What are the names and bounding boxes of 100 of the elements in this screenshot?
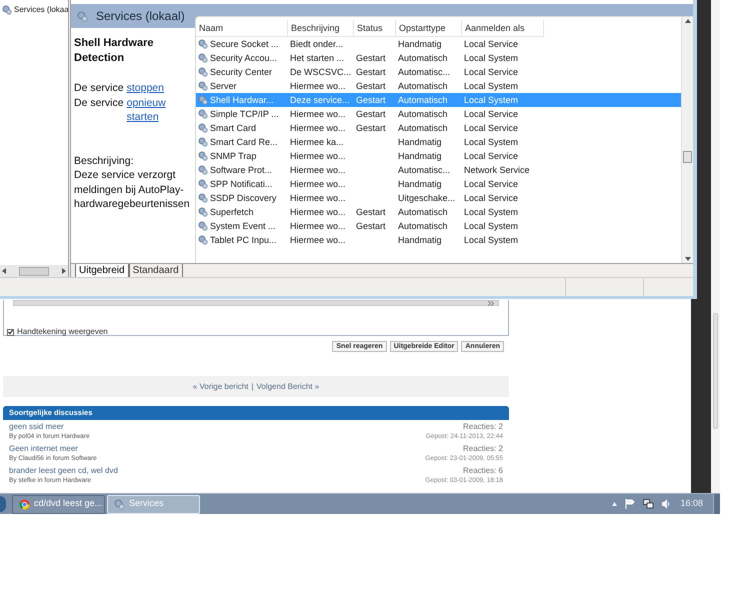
table-cell-text: Smart Card	[210, 122, 256, 135]
table-cell-text: Hiermee wo...	[290, 150, 346, 163]
scroll-thumb[interactable]	[19, 266, 49, 276]
table-cell-text: Handmatig	[398, 150, 442, 163]
checkbox-label: Handtekening weergeven	[17, 326, 108, 338]
column-header[interactable]: Naam	[196, 20, 288, 37]
service-row[interactable]: Software Prot... Hiermee wo... Automatisc... Network Service	[196, 163, 681, 177]
thread-link[interactable]: Geen internet meer	[9, 444, 97, 454]
table-cell-text: Local Service	[464, 66, 518, 79]
previous-post-link[interactable]: « Vorige bericht	[192, 380, 248, 392]
service-row[interactable]: SSDP Discovery Hiermee wo... Uitgeschake... Local Service	[196, 191, 681, 205]
table-cell-text: Automatisch	[398, 122, 448, 135]
table-cell-text: Local Service	[464, 178, 518, 191]
service-icon	[198, 123, 208, 133]
table-cell-text: Hiermee wo...	[290, 80, 346, 93]
service-row[interactable]: SPP Notificati... Hiermee wo... Handmatig Local Service	[196, 177, 681, 191]
view-tab[interactable]: Uitgebreid	[75, 264, 129, 277]
service-row[interactable]: Simple TCP/IP ... Hiermee wo... Gestart Automatisch Local Service	[196, 107, 681, 121]
table-cell-text: Automatisch	[398, 80, 448, 93]
thread-link[interactable]: brander leest geen cd, wel dvd	[9, 466, 118, 476]
table-cell-text: Local Service	[464, 150, 518, 163]
scroll-thumb[interactable]	[713, 313, 718, 429]
service-row[interactable]: Server Hiermee wo... Gestart Automatisch Local System	[196, 79, 681, 93]
table-cell-text: Automatisch	[398, 108, 448, 121]
column-header[interactable]: Opstarttype	[396, 20, 462, 37]
scroll-down-icon[interactable]	[684, 257, 690, 261]
description-text: Deze service verzorgt meldingen bij AutoPlay-hardwaregebeurtenissen	[74, 168, 191, 212]
table-cell-text: Local System	[464, 136, 518, 149]
horizontal-scrollbar[interactable]	[0, 265, 68, 277]
table-cell-text: Superfetch	[210, 206, 254, 219]
table-cell-text: Security Center	[210, 66, 272, 79]
resize-icon[interactable]	[488, 300, 494, 306]
table-cell-text: Automatisch	[398, 206, 448, 219]
start-button[interactable]	[0, 496, 6, 512]
next-post-link[interactable]: Volgend Bericht »	[256, 380, 320, 392]
page-scrollbar[interactable]	[711, 0, 720, 493]
message-field[interactable]	[13, 300, 499, 306]
flag-icon[interactable]	[625, 499, 636, 509]
view-tab[interactable]: Standaard	[128, 264, 183, 277]
table-cell-text: Local System	[464, 206, 518, 219]
table-cell-text: Handmatig	[398, 38, 442, 51]
services-icon	[2, 5, 12, 15]
header-title: Services (lokaal)	[96, 8, 185, 25]
service-row[interactable]: Secure Socket ... Biedt onder... Handmatig Local Service	[196, 37, 681, 51]
service-row[interactable]: Superfetch Hiermee wo... Gestart Automatisch Local System	[196, 205, 681, 219]
service-row[interactable]: System Event ... Hiermee wo... Gestart Automatisch Local System	[196, 219, 681, 233]
table-cell-text: Hiermee wo...	[290, 164, 346, 177]
table-cell-text: Smart Card Re...	[210, 136, 278, 149]
action-link[interactable]: opnieuw starten	[126, 96, 195, 124]
scroll-thumb[interactable]	[683, 151, 692, 163]
table-cell-text: Local Service	[464, 192, 518, 205]
signature-checkbox[interactable]	[7, 328, 14, 336]
scroll-right-icon[interactable]	[62, 268, 66, 274]
action-text: De service	[74, 81, 124, 96]
column-header[interactable]: Status	[354, 20, 396, 37]
table-cell-text: Handmatig	[398, 136, 442, 149]
service-row[interactable]: Tablet PC Inpu... Hiermee wo... Handmatig Local System	[196, 233, 681, 247]
column-header[interactable]: Aanmelden als	[462, 20, 544, 37]
service-row[interactable]: Security Center De WSCSVC... Gestart Automatisc... Local Service	[196, 65, 681, 79]
service-row[interactable]: Smart Card Hiermee wo... Gestart Automatisch Local Service	[196, 121, 681, 135]
table-cell-text: Tablet PC Inpu...	[210, 234, 277, 247]
table-cell-text: Hiermee wo...	[290, 192, 346, 205]
vertical-scrollbar[interactable]	[681, 17, 693, 263]
table-cell-text: Gestart	[356, 206, 386, 219]
reply-count: Reacties: 2	[462, 422, 503, 432]
table-cell-text: Network Service	[464, 164, 530, 177]
service-row[interactable]: Security Accou... Het starten ... Gestart Automatisch Local System	[196, 51, 681, 65]
scroll-up-icon[interactable]	[684, 19, 690, 23]
action-link[interactable]: stoppen	[126, 81, 164, 96]
show-desktop-button[interactable]	[713, 494, 720, 514]
service-icon	[198, 39, 208, 49]
table-cell-text: Local System	[464, 220, 518, 233]
table-cell-text: Local Service	[464, 38, 518, 51]
service-icon	[198, 151, 208, 161]
table-cell-text: Gestart	[356, 220, 386, 233]
service-row[interactable]: SNMP Trap Hiermee wo... Handmatig Local Service	[196, 149, 681, 163]
show-hidden-icons-icon[interactable]	[612, 502, 618, 506]
table-cell-text: Deze service...	[290, 94, 350, 107]
service-icon	[198, 235, 208, 245]
description-label: Beschrijving:	[74, 154, 135, 168]
service-name: Shell Hardware Detection	[74, 36, 154, 65]
table-cell-text: Automatisc...	[398, 66, 450, 79]
action-text: De service	[74, 96, 124, 110]
service-icon	[198, 137, 208, 147]
service-row[interactable]: Smart Card Re... Hiermee ka... Handmatig Local System	[196, 135, 681, 149]
speaker-icon[interactable]	[662, 499, 670, 509]
separator: |	[251, 380, 254, 392]
thread-link[interactable]: geen ssid meer	[9, 422, 90, 432]
table-cell-text: Hiermee wo...	[290, 108, 346, 121]
table-cell-text: Hiermee wo...	[290, 178, 346, 191]
column-header[interactable]: Beschrijving	[288, 20, 354, 37]
scroll-left-icon[interactable]	[2, 268, 6, 274]
table-cell-text: Automatisch	[398, 52, 448, 65]
table-cell-text: Gestart	[356, 122, 386, 135]
browser-icon	[19, 498, 30, 510]
service-icon	[198, 207, 208, 217]
table-cell-text: SPP Notificati...	[210, 178, 272, 191]
table-cell-text: Hiermee wo...	[290, 122, 346, 135]
network-icon[interactable]	[643, 499, 654, 509]
table-cell-text: Hiermee ka...	[290, 136, 344, 149]
